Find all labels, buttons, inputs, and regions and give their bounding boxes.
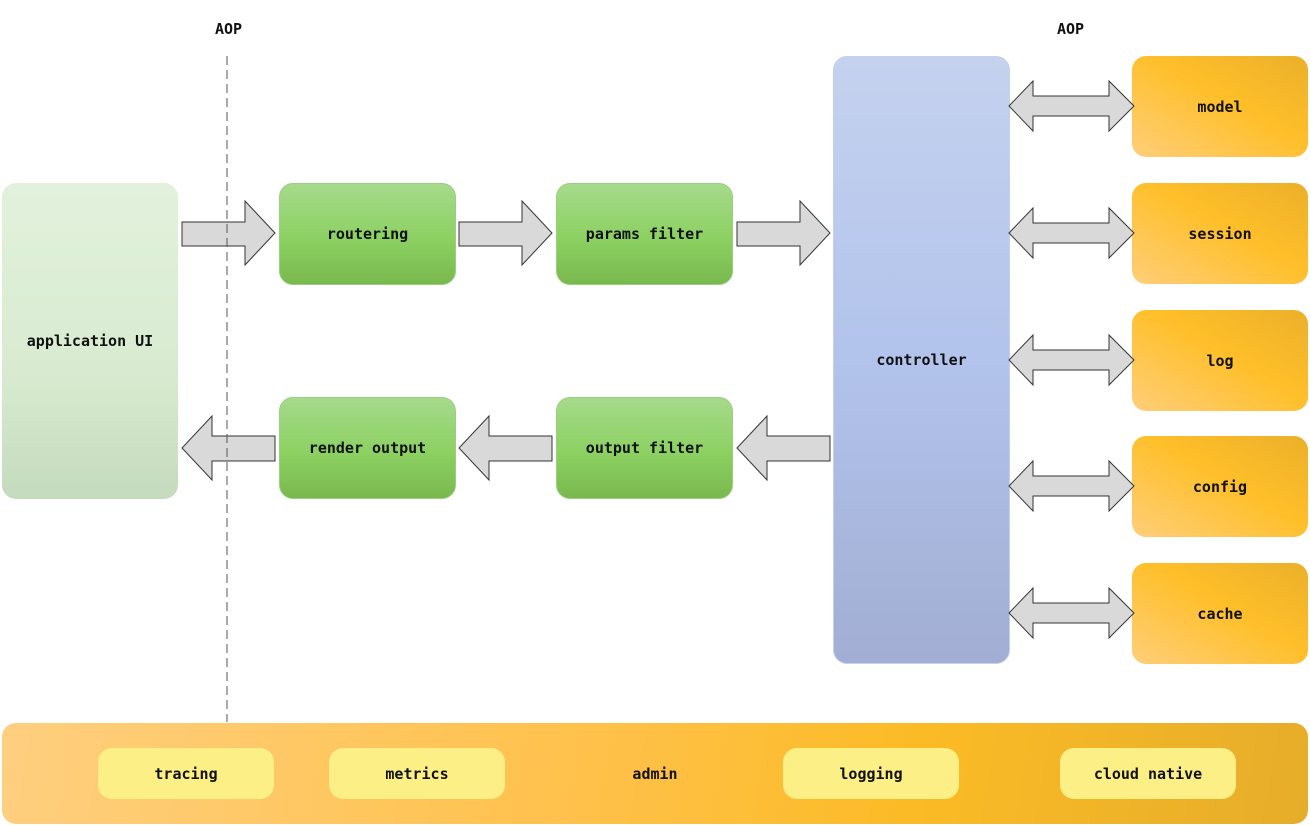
bidir-arrow-controller-cache: [1008, 586, 1135, 640]
arrow-routering-to-params-filter: [458, 199, 553, 267]
bidir-arrow-controller-session: [1008, 206, 1135, 260]
arrow-params-filter-to-controller: [736, 199, 831, 267]
arrow-output-filter-to-render-output: [458, 414, 553, 482]
bidir-arrow-controller-model: [1008, 79, 1135, 133]
bidir-arrow-controller-log: [1008, 333, 1135, 387]
arrow-controller-to-output-filter: [736, 414, 831, 482]
arrow-ui-to-routering: [181, 199, 276, 267]
connectors-layer: [181, 56, 1135, 722]
bidir-arrow-controller-config: [1008, 459, 1135, 513]
bidirectional-arrows: [1008, 79, 1135, 640]
arrow-render-output-to-ui: [181, 414, 276, 482]
